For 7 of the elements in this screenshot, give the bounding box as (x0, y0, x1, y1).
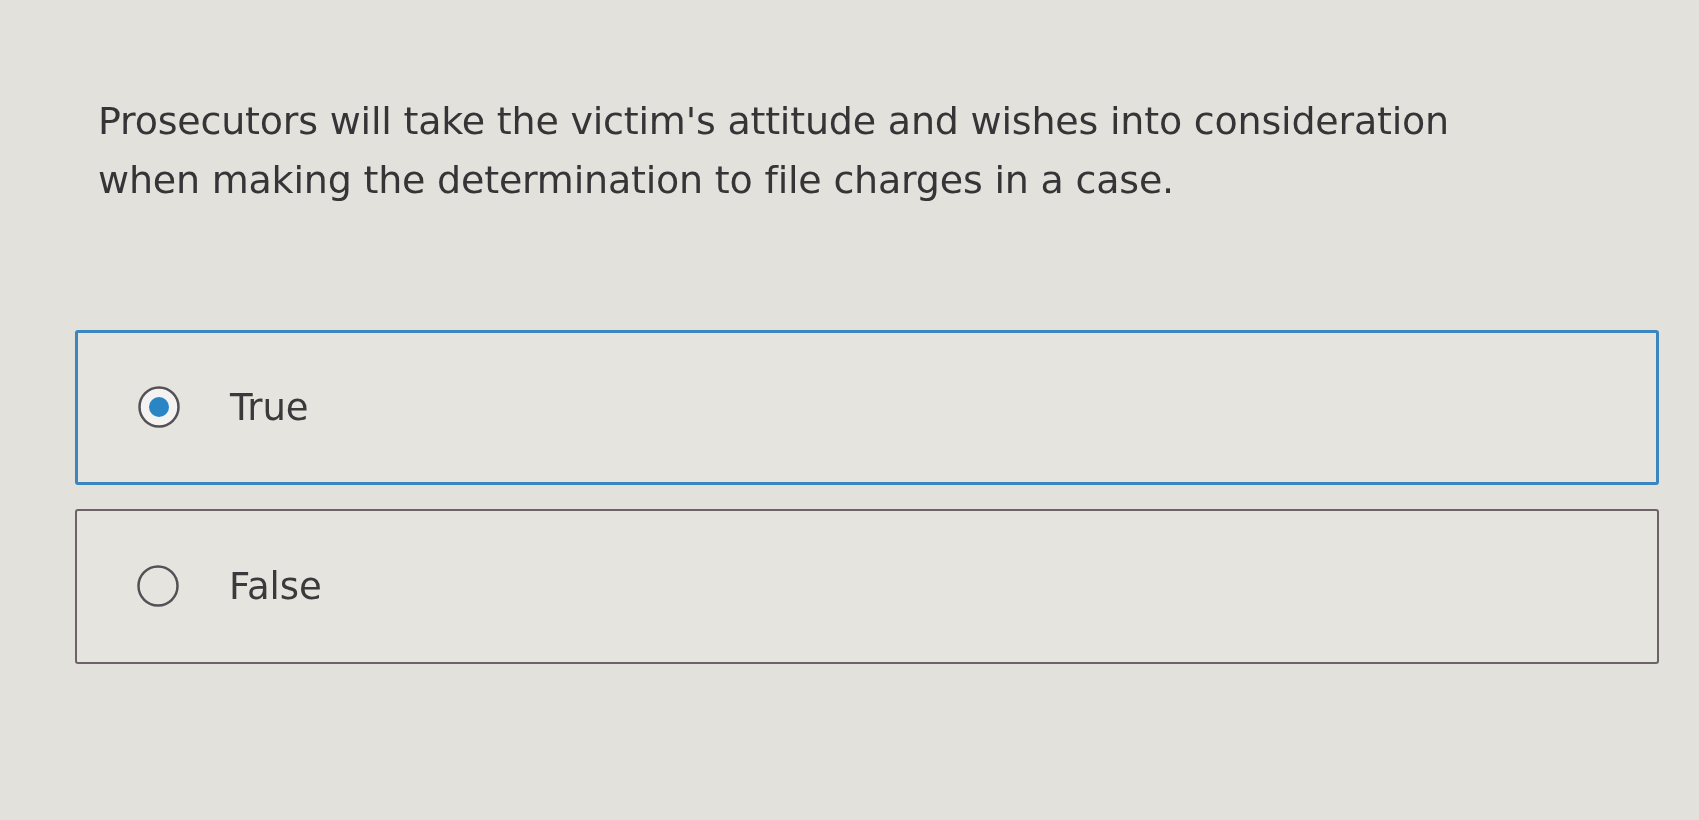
answer-option[interactable]: False (75, 508, 1659, 664)
option-label: True (230, 384, 309, 431)
radio-empty-icon[interactable] (137, 565, 179, 608)
question-text: Prosecutors will take the victim's attitude and wishes into consideration when making the determination to file charges in a case. (98, 98, 1450, 204)
option-label: False (229, 563, 322, 610)
radio-selected-icon[interactable] (138, 386, 180, 429)
answer-option[interactable]: True (75, 329, 1659, 485)
